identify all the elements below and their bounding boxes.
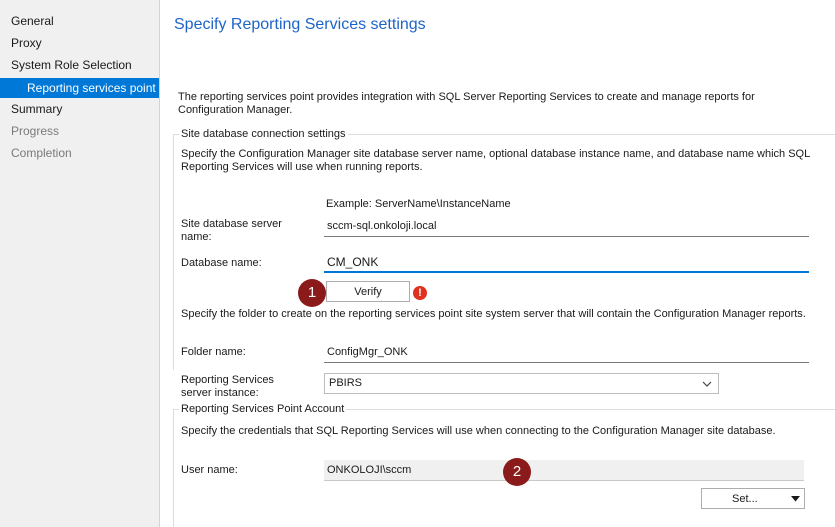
site-db-group-title: Site database connection settings [179,128,348,140]
folder-description: Specify the folder to create on the repo… [181,308,806,320]
intro-text: The reporting services point provides in… [178,91,755,116]
server-instance-value: PBIRS [329,377,363,389]
nav-item-progress: Progress [11,124,60,138]
folder-name-label: Folder name: [181,346,246,358]
sidebar-divider [159,0,160,527]
chevron-down-icon [702,381,712,387]
user-name-label: User name: [181,464,238,476]
callout-2: 2 [503,458,531,486]
dropdown-arrow-icon [791,496,800,502]
callout-1: 1 [298,279,326,307]
set-button-label: Set... [732,492,758,505]
server-name-input[interactable] [324,216,809,237]
nav-item-reporting-services-point[interactable]: Reporting services point [0,78,159,98]
verify-button[interactable]: Verify [326,281,410,302]
server-name-label: Site database server name: [181,218,282,243]
page-title: Specify Reporting Services settings [174,16,426,33]
nav-item-proxy[interactable]: Proxy [0,33,159,53]
folder-name-input[interactable] [324,342,809,363]
nav-item-completion: Completion [11,146,72,160]
server-instance-label: Reporting Services server instance: [181,374,274,399]
nav-item-summary[interactable]: Summary [0,99,159,119]
account-group-title: Reporting Services Point Account [179,403,347,415]
set-button[interactable]: Set... [701,488,805,509]
server-example-hint: Example: ServerName\InstanceName [326,198,511,210]
database-name-input[interactable] [324,252,809,273]
user-name-input[interactable] [324,460,804,481]
nav-item-general[interactable]: General [0,11,159,31]
account-description: Specify the credentials that SQL Reporti… [181,425,776,437]
site-db-description: Specify the Configuration Manager site d… [181,148,810,173]
database-name-label: Database name: [181,257,262,269]
wizard-sidebar: General Proxy System Role Selection Repo… [0,0,159,527]
nav-item-system-role-selection[interactable]: System Role Selection [0,55,159,75]
server-instance-select[interactable]: PBIRS [324,373,719,394]
warning-icon: ! [413,286,427,300]
